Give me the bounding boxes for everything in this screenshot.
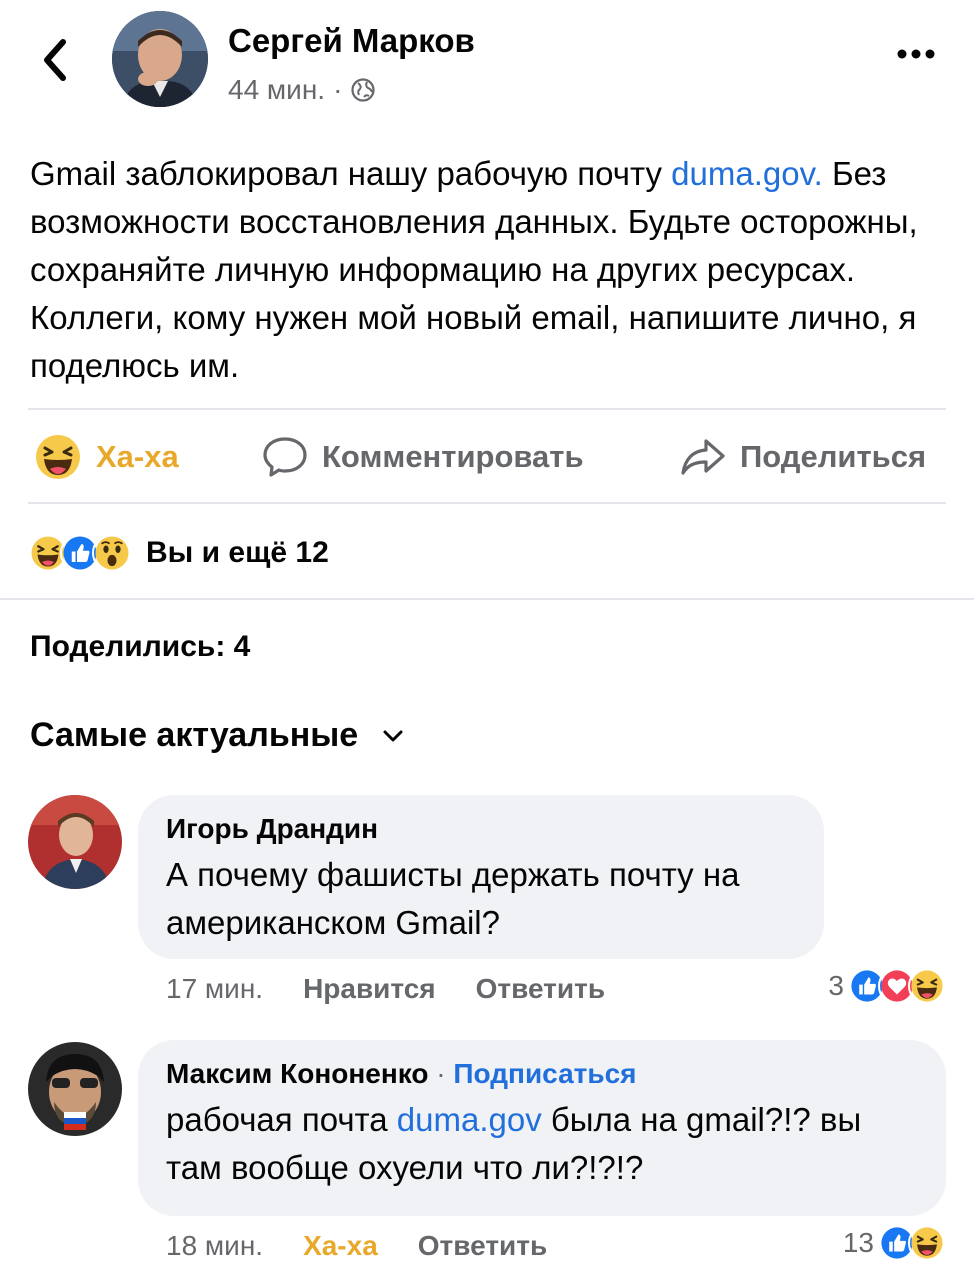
comment-time[interactable]: 18 мин. — [166, 1230, 263, 1262]
subscribe-button[interactable]: Подписаться — [453, 1058, 636, 1089]
like-button[interactable]: Нравится — [303, 973, 436, 1005]
author-name[interactable]: Сергей Марков — [228, 22, 475, 60]
comment-icon — [263, 437, 307, 477]
share-label: Поделиться — [740, 439, 927, 474]
comment-footer: 17 мин. Нравится Ответить — [166, 973, 605, 1005]
divider — [28, 502, 946, 504]
reply-button[interactable]: Ответить — [476, 973, 605, 1005]
shares-count[interactable]: Поделились: 4 — [30, 630, 250, 664]
globe-icon[interactable] — [350, 77, 376, 103]
commenter-avatar[interactable] — [28, 795, 122, 889]
post-time[interactable]: 44 мин. — [228, 74, 325, 106]
comment-bubble: Максим Кононенко · Подписаться рабочая п… — [138, 1040, 946, 1216]
comment-sort-selector[interactable]: Самые актуальные — [30, 716, 404, 755]
commenter-header: Максим Кононенко · Подписаться — [166, 1058, 918, 1090]
chevron-left-icon — [44, 39, 66, 81]
post-meta: 44 мин. · — [228, 74, 376, 106]
comment-text-part1: рабочая почта — [166, 1101, 397, 1138]
reaction-count: 3 — [828, 970, 844, 1001]
haha-icon — [908, 1224, 946, 1262]
reply-button[interactable]: Ответить — [418, 1230, 547, 1262]
comment-label: Комментировать — [322, 439, 584, 474]
chevron-down-icon — [383, 730, 403, 741]
comment-text: А почему фашисты держать почту на америк… — [166, 856, 740, 941]
reaction-icons — [878, 1224, 946, 1262]
commenter-avatar[interactable] — [28, 1042, 122, 1136]
reaction-count: 13 — [842, 1227, 874, 1258]
post-body: Gmail заблокировал нашу рабочую почту du… — [30, 150, 950, 390]
reaction-label: Ха-ха — [96, 439, 179, 474]
reactions-summary-text: Вы и ещё 12 — [146, 536, 329, 569]
haha-icon — [908, 967, 946, 1005]
comment-footer: 18 мин. Ха-ха Ответить — [166, 1230, 547, 1262]
back-button[interactable] — [30, 30, 80, 90]
post-text-part1: Gmail заблокировал нашу рабочую почту — [30, 155, 672, 192]
post-link[interactable]: duma.gov. — [671, 155, 823, 192]
comment-bubble: Игорь Драндин А почему фашисты держать п… — [138, 795, 824, 959]
wow-icon — [92, 533, 132, 573]
reaction-button[interactable]: Ха-ха — [303, 1230, 378, 1262]
share-button[interactable]: Поделиться — [680, 412, 926, 502]
haha-icon — [36, 435, 80, 479]
meta-separator: · — [333, 74, 343, 105]
reaction-icons — [848, 967, 946, 1005]
name-separator: · — [436, 1058, 446, 1089]
reaction-button[interactable]: Ха-ха — [34, 412, 179, 502]
comment-text: рабочая почта duma.gov была на gmail?!? … — [166, 1096, 918, 1192]
author-avatar[interactable] — [112, 11, 208, 107]
post-actions: Ха-ха Комментировать Поделиться — [0, 412, 974, 502]
comment-button[interactable]: Комментировать — [262, 412, 584, 502]
divider — [28, 408, 946, 410]
commenter-name[interactable]: Игорь Драндин — [166, 813, 796, 845]
post-header: Сергей Марков 44 мин. · — [0, 0, 974, 130]
divider — [0, 598, 974, 600]
comment-time[interactable]: 17 мин. — [166, 973, 263, 1005]
comment-reactions[interactable]: 3 — [828, 967, 946, 1005]
comment-reactions[interactable]: 13 — [843, 1224, 946, 1262]
comment-link[interactable]: duma.gov — [397, 1101, 542, 1138]
reactions-summary[interactable]: Вы и ещё 12 — [28, 528, 329, 578]
share-icon — [681, 439, 725, 475]
more-options-icon[interactable] — [894, 42, 938, 66]
commenter-name[interactable]: Максим Кононенко — [166, 1058, 429, 1089]
reaction-icons — [28, 533, 132, 573]
sort-label: Самые актуальные — [30, 716, 359, 754]
